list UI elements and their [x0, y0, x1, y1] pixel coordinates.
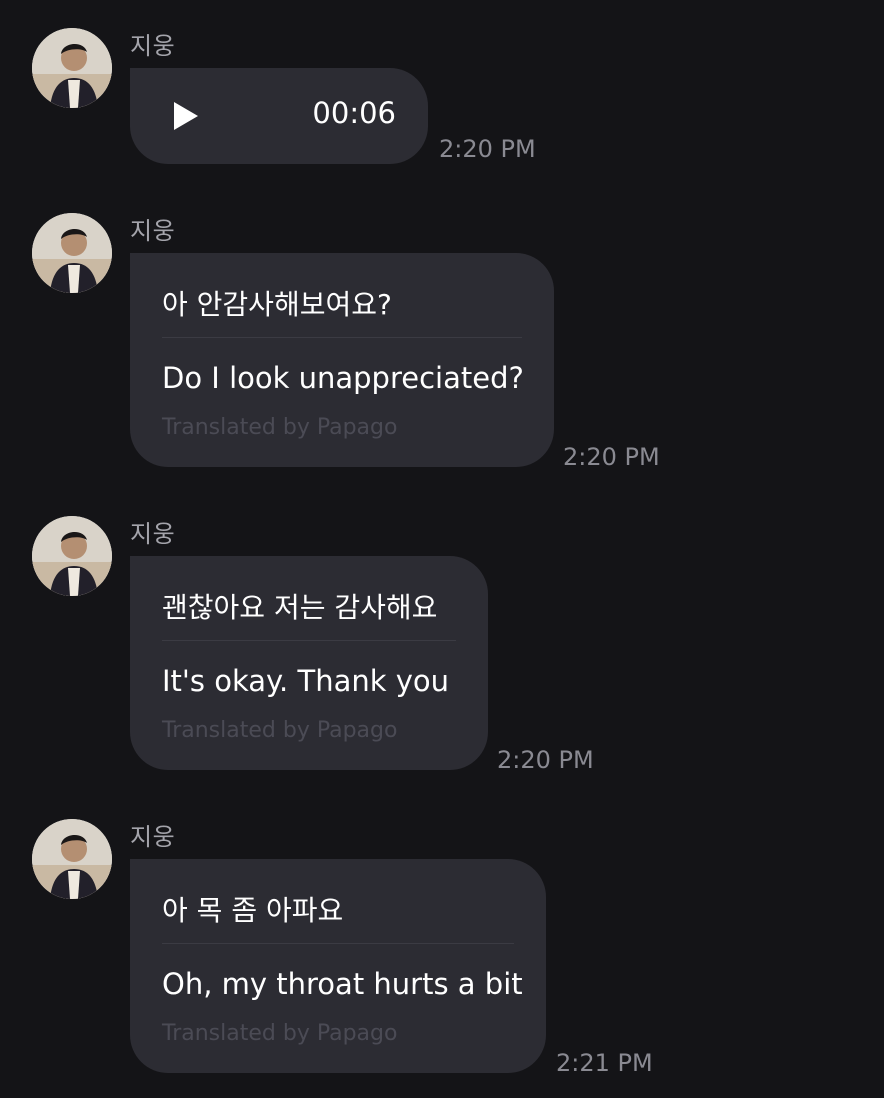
- avatar-photo: [32, 819, 112, 899]
- message-timestamp: 2:21 PM: [556, 1049, 653, 1077]
- avatar[interactable]: [32, 516, 112, 596]
- translation-credit: Translated by Papago: [162, 718, 398, 743]
- translation-divider: [162, 943, 514, 944]
- translated-text: It's okay. Thank you: [162, 664, 450, 698]
- sender-name: 지웅: [130, 217, 176, 245]
- avatar[interactable]: [32, 819, 112, 899]
- sender-name: 지웅: [130, 32, 176, 60]
- original-text: 아 목 좀 아파요: [162, 894, 344, 927]
- text-message-bubble[interactable]: 아 안감사해보여요? Do I look unappreciated? Tran…: [130, 253, 554, 467]
- avatar-photo: [32, 516, 112, 596]
- translated-text: Do I look unappreciated?: [162, 361, 524, 395]
- text-message-bubble[interactable]: 아 목 좀 아파요 Oh, my throat hurts a bit Tran…: [130, 859, 546, 1073]
- translation-divider: [162, 337, 522, 338]
- message-timestamp: 2:20 PM: [497, 746, 594, 774]
- sender-name: 지웅: [130, 823, 176, 851]
- play-icon[interactable]: [174, 102, 198, 130]
- translation-credit: Translated by Papago: [162, 1021, 398, 1046]
- translation-divider: [162, 640, 456, 641]
- translated-text: Oh, my throat hurts a bit: [162, 967, 523, 1001]
- original-text: 아 안감사해보여요?: [162, 288, 392, 321]
- avatar-photo: [32, 213, 112, 293]
- message-timestamp: 2:20 PM: [439, 135, 536, 163]
- avatar-photo: [32, 28, 112, 108]
- avatar[interactable]: [32, 28, 112, 108]
- voice-duration: 00:06: [312, 96, 396, 130]
- original-text: 괜찮아요 저는 감사해요: [162, 591, 438, 624]
- translation-credit: Translated by Papago: [162, 415, 398, 440]
- sender-name: 지웅: [130, 520, 176, 548]
- text-message-bubble[interactable]: 괜찮아요 저는 감사해요 It's okay. Thank you Transl…: [130, 556, 488, 770]
- avatar[interactable]: [32, 213, 112, 293]
- message-timestamp: 2:20 PM: [563, 443, 660, 471]
- voice-message-bubble[interactable]: 00:06: [130, 68, 428, 164]
